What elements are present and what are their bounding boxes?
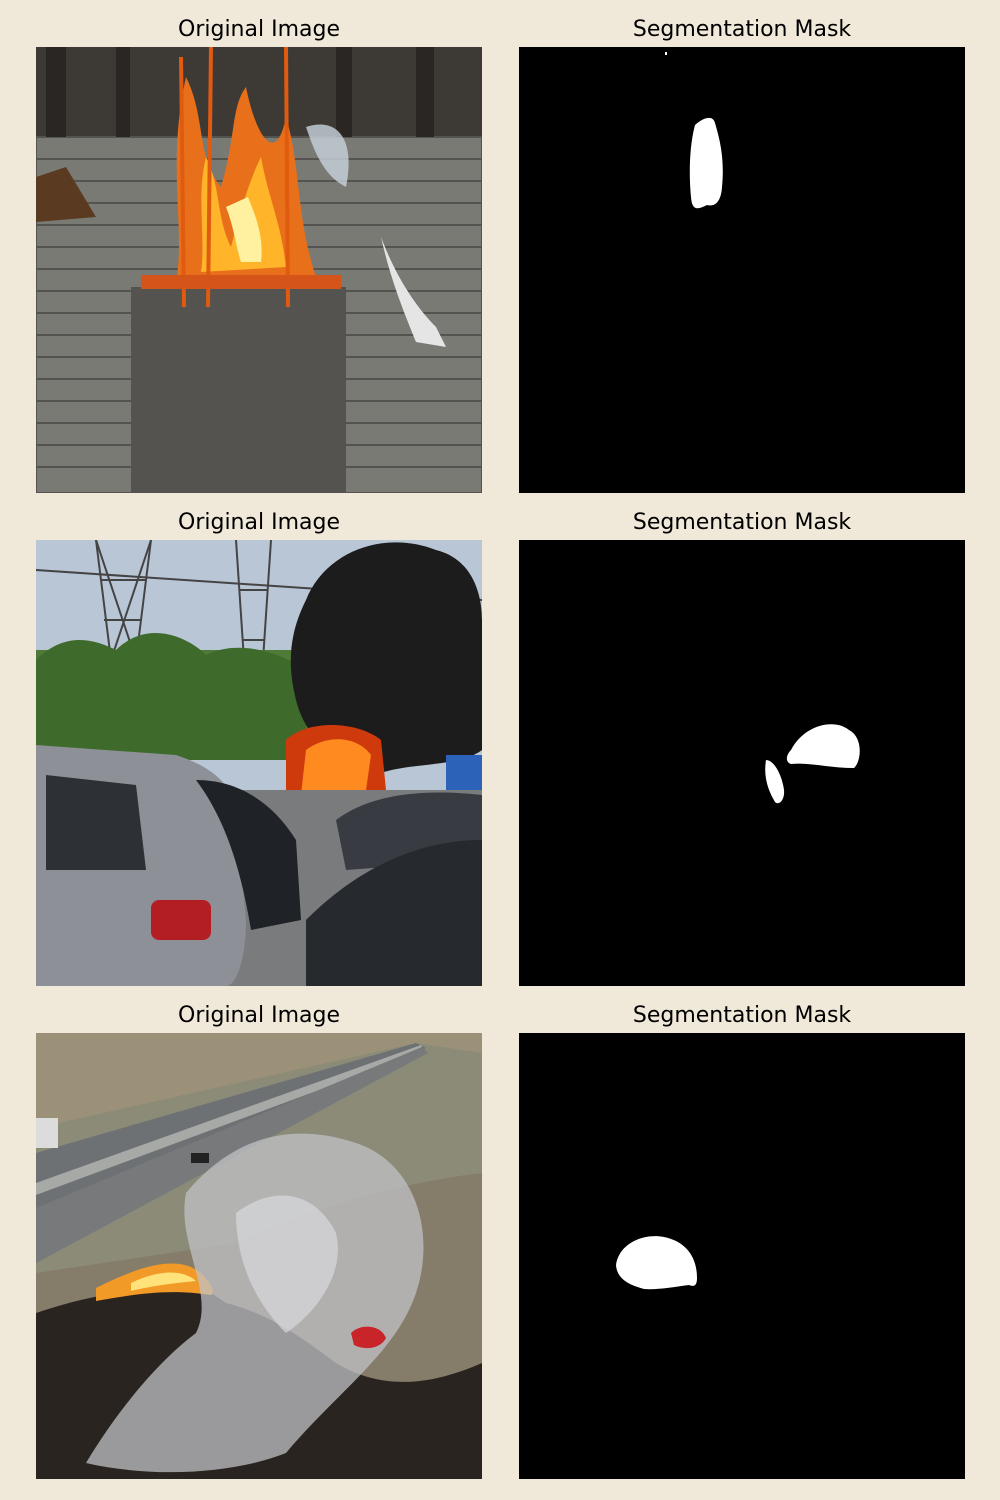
segmentation-mask-title-1: Segmentation Mask [632, 17, 852, 42]
original-image-3 [36, 1033, 482, 1479]
mask-3-shape [519, 1033, 965, 1479]
original-image-title-2: Original Image [178, 510, 340, 535]
segmentation-mask-2 [519, 540, 965, 986]
original-image-1 [36, 47, 482, 493]
original-image-2 [36, 540, 482, 986]
car-fire-photo [36, 540, 482, 986]
cremation-fire-photo [36, 47, 482, 493]
original-image-title-1: Original Image [178, 17, 340, 42]
mask-2-shapes [519, 540, 965, 986]
segmentation-mask-1 [519, 47, 965, 493]
original-image-title-3: Original Image [178, 1003, 340, 1028]
grass-fire-aerial-photo [36, 1033, 482, 1479]
mask-1-shape [519, 47, 965, 493]
segmentation-mask-3 [519, 1033, 965, 1479]
segmentation-mask-title-2: Segmentation Mask [632, 510, 852, 535]
segmentation-mask-title-3: Segmentation Mask [632, 1003, 852, 1028]
